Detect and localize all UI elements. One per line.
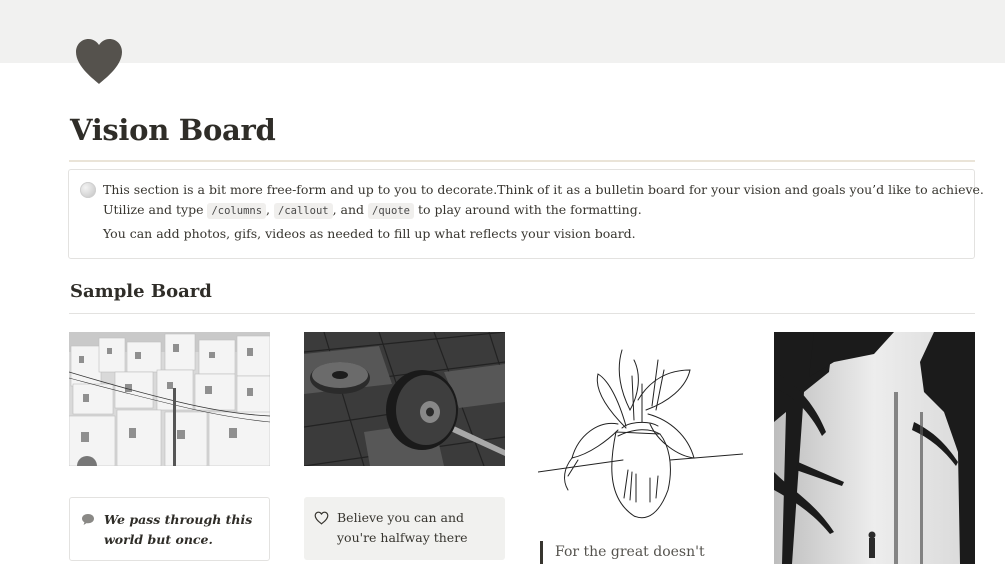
page-cover[interactable] bbox=[0, 0, 1005, 63]
callout-line-3: You can add photos, gifs, videos as need… bbox=[103, 226, 636, 241]
intro-callout[interactable]: This section is a bit more free-form and… bbox=[68, 169, 984, 259]
callout-text: Utilize and type bbox=[103, 202, 204, 217]
section-divider bbox=[69, 313, 975, 314]
speech-bubble-icon[interactable] bbox=[81, 513, 95, 526]
title-divider bbox=[69, 160, 975, 162]
forest-photo[interactable] bbox=[774, 332, 975, 564]
town-photo[interactable] bbox=[69, 332, 270, 466]
callout-separator: , bbox=[266, 202, 271, 217]
heart-outline-icon[interactable] bbox=[314, 511, 329, 525]
flower-illustration[interactable] bbox=[538, 340, 743, 530]
inline-code-columns: /columns bbox=[207, 203, 267, 219]
callout-line-1: This section is a bit more free-form and… bbox=[103, 182, 984, 197]
belief-callout[interactable]: Believe you can and you're halfway there bbox=[304, 497, 505, 560]
moon-icon[interactable] bbox=[80, 182, 96, 198]
heart-icon[interactable] bbox=[73, 36, 125, 86]
quote-callout-text: We pass through this world but once. bbox=[104, 512, 253, 547]
barbell-photo[interactable] bbox=[304, 332, 505, 466]
quote-block[interactable]: For the great doesn't bbox=[540, 541, 705, 564]
section-heading[interactable]: Sample Board bbox=[70, 281, 212, 302]
quote-text: For the great doesn't bbox=[555, 544, 705, 560]
callout-line-2: Utilize and type /columns, /callout, and… bbox=[103, 202, 642, 219]
inline-code-quote: /quote bbox=[368, 203, 414, 219]
callout-separator: , and bbox=[332, 202, 365, 217]
inline-code-callout: /callout bbox=[274, 203, 333, 219]
quote-callout[interactable]: We pass through this world but once. bbox=[69, 497, 270, 561]
page-title[interactable]: Vision Board bbox=[70, 113, 276, 147]
callout-text: to play around with the formatting. bbox=[417, 202, 642, 217]
belief-callout-text: Believe you can and you're halfway there bbox=[337, 510, 468, 545]
